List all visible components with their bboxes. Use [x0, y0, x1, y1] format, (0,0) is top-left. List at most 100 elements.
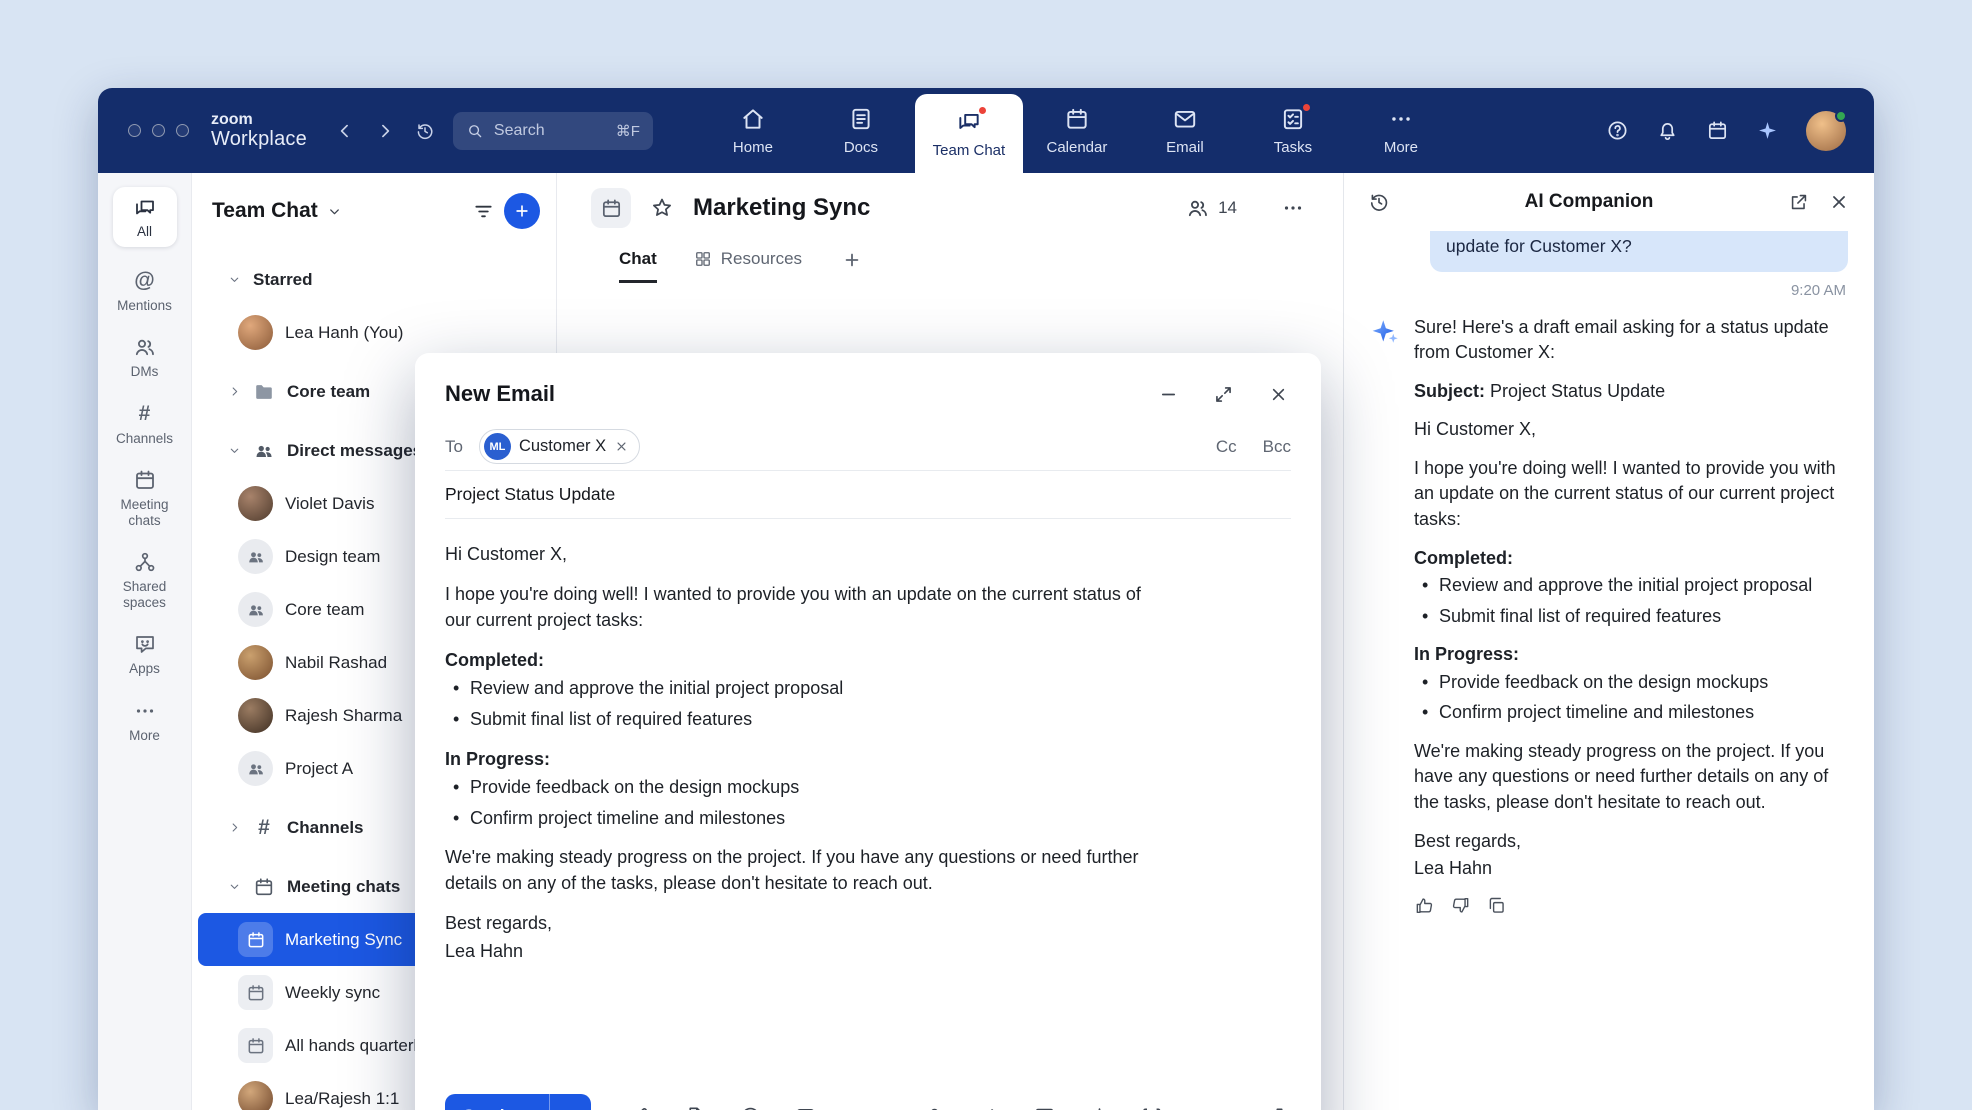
- copy-icon[interactable]: [1486, 895, 1507, 916]
- tab-team-chat[interactable]: Team Chat: [915, 94, 1023, 173]
- attach-file-icon[interactable]: [684, 1105, 707, 1110]
- rail-item-all[interactable]: All: [113, 187, 177, 247]
- tab-tasks[interactable]: Tasks: [1239, 88, 1347, 173]
- thumbs-down-icon[interactable]: [1450, 895, 1471, 916]
- notification-dot: [977, 105, 988, 116]
- email-body-editor[interactable]: Hi Customer X, I hope you're doing well!…: [415, 519, 1175, 1078]
- history-icon[interactable]: [1368, 191, 1390, 213]
- window-minimize-button[interactable]: [152, 124, 165, 137]
- zoom-workplace-logo: zoom Workplace: [211, 88, 307, 173]
- filter-icon[interactable]: [472, 200, 495, 223]
- channel-tabs: Chat Resources: [557, 237, 1343, 283]
- send-button[interactable]: Send: [445, 1094, 549, 1110]
- recipients-row: To ML Customer X Cc Bcc: [445, 423, 1291, 471]
- send-options-button[interactable]: [549, 1094, 591, 1110]
- tab-calendar[interactable]: Calendar: [1023, 88, 1131, 173]
- rail-item-apps[interactable]: Apps: [105, 632, 185, 677]
- tab-home[interactable]: Home: [699, 88, 807, 173]
- tasks-icon: [1280, 106, 1306, 132]
- tab-chat[interactable]: Chat: [619, 237, 657, 283]
- recipient-name: Customer X: [519, 437, 606, 456]
- tab-resources[interactable]: Resources: [693, 237, 802, 283]
- chevron-down-icon[interactable]: [327, 204, 342, 219]
- back-icon[interactable]: [335, 121, 355, 141]
- history-icon[interactable]: [415, 121, 435, 141]
- search-input[interactable]: [494, 122, 598, 140]
- ai-conversation: Can you draft an email that provides a s…: [1344, 231, 1874, 1110]
- chevron-right-icon: [228, 385, 241, 398]
- history-navigation: [335, 88, 435, 173]
- more-tools-icon[interactable]: [1194, 1105, 1217, 1110]
- notifications-icon[interactable]: [1656, 119, 1679, 142]
- ai-companion-panel: AI Companion Can you draft an email that…: [1343, 173, 1874, 1110]
- window-body: All @ Mentions DMs # Channels Meeting ch…: [98, 173, 1874, 1110]
- tab-email[interactable]: Email: [1131, 88, 1239, 173]
- meeting-chat-icon: [238, 975, 273, 1010]
- tab-docs[interactable]: Docs: [807, 88, 915, 173]
- left-rail: All @ Mentions DMs # Channels Meeting ch…: [98, 173, 192, 1110]
- more-icon: [133, 699, 157, 723]
- member-count[interactable]: 14: [1186, 196, 1237, 220]
- recipient-chip[interactable]: ML Customer X: [479, 429, 640, 464]
- emoji-icon[interactable]: [739, 1105, 762, 1110]
- close-icon[interactable]: [1828, 191, 1850, 213]
- new-email-modal: New Email To ML Customer X Cc Bcc Projec…: [415, 353, 1321, 1110]
- rail-label: More: [129, 728, 160, 744]
- section-label: Direct messages: [287, 441, 422, 461]
- rail-label: Meeting chats: [105, 497, 185, 528]
- templates-icon[interactable]: [1033, 1105, 1056, 1110]
- remove-recipient-icon[interactable]: [614, 439, 629, 454]
- rail-item-more[interactable]: More: [105, 699, 185, 744]
- chat-item-lea-hanh[interactable]: Lea Hanh (You): [198, 306, 550, 359]
- section-starred[interactable]: Starred: [198, 253, 550, 306]
- ai-compose-icon[interactable]: [1088, 1105, 1111, 1110]
- ai-response: Sure! Here's a draft email asking for a …: [1370, 315, 1848, 916]
- edit-icon[interactable]: [978, 1105, 1001, 1110]
- ai-feedback-actions: [1414, 895, 1848, 916]
- avatar: [238, 315, 273, 350]
- rail-item-meeting-chats[interactable]: Meeting chats: [105, 468, 185, 528]
- global-search[interactable]: ⌘F: [453, 112, 653, 150]
- schedule-icon[interactable]: [1706, 119, 1729, 142]
- rail-item-channels[interactable]: # Channels: [105, 402, 185, 447]
- bcc-button[interactable]: Bcc: [1263, 437, 1291, 457]
- cc-button[interactable]: Cc: [1216, 437, 1237, 457]
- sidebar-title[interactable]: Team Chat: [212, 199, 318, 223]
- close-icon[interactable]: [1268, 384, 1289, 405]
- tab-more[interactable]: More: [1347, 88, 1455, 173]
- ai-companion-topbar-icon[interactable]: [1756, 119, 1779, 142]
- insert-image-icon[interactable]: [794, 1105, 817, 1110]
- chevron-down-icon: [228, 444, 241, 457]
- rail-label: All: [137, 224, 152, 240]
- ai-panel-header: AI Companion: [1344, 173, 1874, 231]
- rail-label: Channels: [116, 431, 173, 447]
- subject-row[interactable]: Project Status Update: [445, 471, 1291, 519]
- chat-item-label: Nabil Rashad: [285, 653, 387, 673]
- forward-icon[interactable]: [375, 121, 395, 141]
- expand-icon[interactable]: [1213, 384, 1234, 405]
- discard-draft-icon[interactable]: [1268, 1105, 1291, 1110]
- encrypt-icon[interactable]: [923, 1105, 946, 1110]
- avatar: [238, 645, 273, 680]
- window-close-button[interactable]: [128, 124, 141, 137]
- new-chat-button[interactable]: [504, 193, 540, 229]
- tab-label: Home: [733, 139, 773, 156]
- subject-input[interactable]: Project Status Update: [445, 484, 615, 505]
- rail-item-shared-spaces[interactable]: Shared spaces: [105, 550, 185, 610]
- signature-icon[interactable]: [629, 1105, 652, 1110]
- presence-dot: [1835, 110, 1847, 122]
- user-avatar[interactable]: [1806, 111, 1846, 151]
- rail-item-dms[interactable]: DMs: [105, 335, 185, 380]
- rail-item-mentions[interactable]: @ Mentions: [105, 269, 185, 314]
- minimize-icon[interactable]: [1158, 384, 1179, 405]
- window-zoom-button[interactable]: [176, 124, 189, 137]
- thumbs-up-icon[interactable]: [1414, 895, 1435, 916]
- more-options-icon[interactable]: [1281, 196, 1305, 220]
- chat-item-label: Rajesh Sharma: [285, 706, 402, 726]
- help-icon[interactable]: [1606, 119, 1629, 142]
- star-icon[interactable]: [649, 195, 675, 221]
- apps-icon: [133, 632, 157, 656]
- open-external-icon[interactable]: [1788, 191, 1810, 213]
- tab-label: Tasks: [1274, 139, 1312, 156]
- add-tab-icon[interactable]: [842, 250, 862, 270]
